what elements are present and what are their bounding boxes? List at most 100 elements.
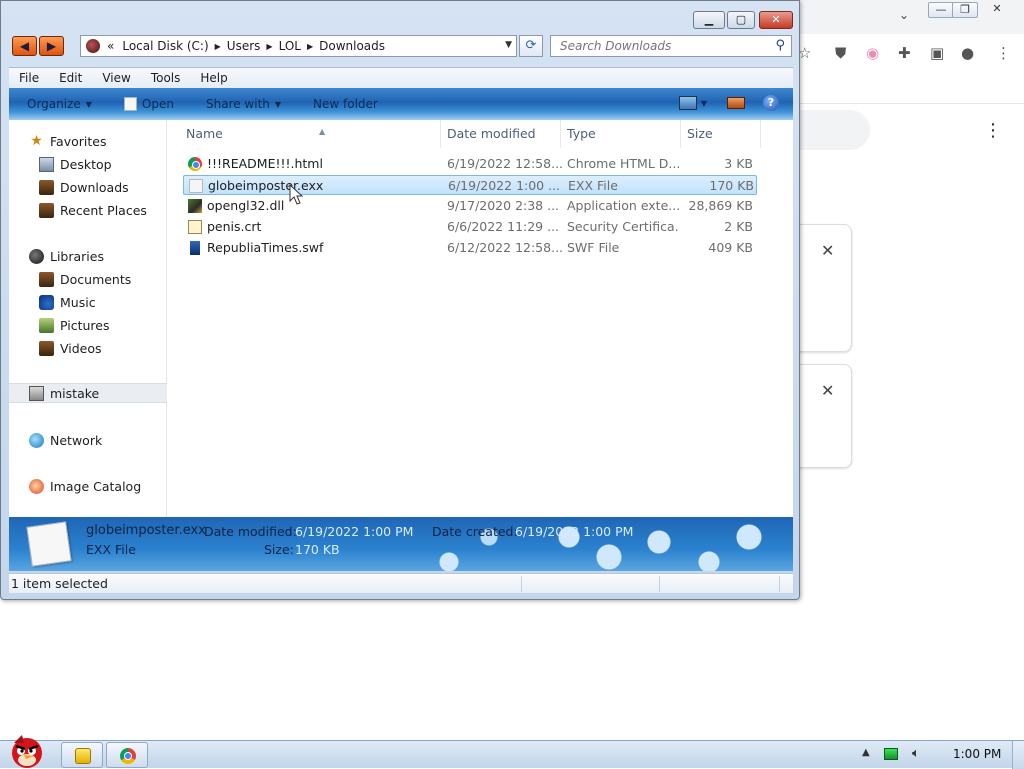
extension-flag-icon[interactable]: ◉ — [866, 44, 879, 62]
address-bar[interactable]: « Local Disk (C:) ▶ Users ▶ LOL ▶ Downlo… — [80, 35, 517, 57]
search-input[interactable] — [551, 36, 761, 56]
sidebar-item-label: Downloads — [60, 179, 129, 195]
file-name: opengl32.dll — [207, 198, 285, 213]
taskbar-explorer-button[interactable] — [61, 742, 103, 768]
address-segment-downloads[interactable]: Downloads — [315, 39, 389, 53]
status-text: 1 item selected — [11, 576, 108, 591]
organize-button[interactable]: Organize ▼ — [27, 97, 106, 111]
search-box[interactable]: ⚲ — [550, 35, 792, 57]
help-icon[interactable]: ? — [763, 95, 779, 111]
sidebar-item-documents[interactable]: Documents — [9, 269, 167, 289]
network-icon — [29, 432, 44, 448]
browser-close-button[interactable]: ✕ — [984, 2, 1010, 18]
search-icon[interactable]: ⚲ — [775, 38, 785, 53]
file-date-modified: 9/17/2020 2:38 ... — [447, 198, 560, 213]
card-close-icon[interactable]: ✕ — [821, 381, 834, 400]
sidebar-item-desktop[interactable]: Desktop — [9, 154, 167, 174]
back-button[interactable]: ◀ — [12, 36, 37, 56]
new-folder-label: New folder — [313, 97, 378, 111]
menu-edit[interactable]: Edit — [49, 71, 92, 85]
address-separator-icon[interactable]: ▶ — [213, 42, 223, 51]
homegroup-icon — [29, 385, 44, 401]
close-button[interactable]: ✕ — [759, 11, 793, 29]
start-button-angry-bird-icon[interactable] — [4, 729, 50, 769]
share-with-button[interactable]: Share with ▼ — [206, 97, 295, 111]
menu-tools[interactable]: Tools — [141, 71, 191, 85]
sidebar-item-libraries[interactable]: Libraries — [9, 246, 167, 266]
address-dropdown-icon[interactable]: ▼ — [505, 40, 512, 50]
documents-icon — [39, 271, 54, 287]
details-size-label: Size: — [264, 542, 294, 557]
sidebar-item-favorites[interactable]: ★ Favorites — [9, 131, 167, 151]
side-panel-icon[interactable]: ▣ — [930, 44, 944, 62]
file-date-modified: 6/19/2022 12:58... — [447, 156, 562, 171]
ublock-shield-icon[interactable]: ⛊ — [835, 44, 846, 62]
column-header-type[interactable]: Type — [561, 120, 681, 148]
extensions-puzzle-icon[interactable]: ✚ — [898, 44, 911, 62]
address-separator-icon[interactable]: ▶ — [305, 42, 315, 51]
sidebar-item-label: Music — [60, 294, 96, 310]
sidebar-item-mistake[interactable]: mistake — [9, 383, 167, 403]
minimize-button[interactable]: ▁ — [693, 11, 725, 29]
sidebar-item-image-catalog[interactable]: Image Catalog — [9, 476, 167, 496]
browser-restore-button[interactable]: ❐ — [952, 2, 978, 18]
file-row[interactable]: opengl32.dll 9/17/2020 2:38 ... Applicat… — [183, 196, 757, 216]
open-button[interactable]: Open — [123, 97, 188, 111]
column-header-date-modified[interactable]: Date modified — [441, 120, 561, 148]
column-header-label: Date modified — [447, 126, 536, 141]
preview-pane-icon[interactable] — [727, 97, 745, 109]
mouse-cursor-icon — [289, 184, 303, 205]
file-row[interactable]: penis.crt 6/6/2022 11:29 ... Security Ce… — [183, 217, 757, 237]
command-bar: Organize ▼ Open Share with ▼ New folder … — [9, 88, 793, 120]
file-type: SWF File — [567, 240, 620, 255]
browser-menu-icon[interactable]: ⋮ — [996, 44, 1011, 62]
taskbar-chrome-button[interactable] — [106, 742, 148, 768]
file-name: !!!README!!!.html — [207, 156, 323, 171]
refresh-button[interactable]: ⟳ — [519, 35, 543, 57]
page-menu-dots-icon[interactable]: ⋮ — [984, 122, 1002, 140]
column-header-name[interactable]: Name ▲ — [180, 120, 441, 148]
menu-view[interactable]: View — [92, 71, 140, 85]
file-list: Name ▲ Date modified Type Size !!!README… — [167, 120, 793, 517]
new-folder-button[interactable]: New folder — [313, 97, 392, 111]
address-segment-lol[interactable]: LOL — [275, 39, 305, 53]
address-separator-icon[interactable]: ▶ — [264, 42, 274, 51]
sidebar-item-pictures[interactable]: Pictures — [9, 315, 167, 335]
file-row[interactable]: !!!README!!!.html 6/19/2022 12:58... Chr… — [183, 154, 757, 174]
forward-button[interactable]: ▶ — [39, 36, 64, 56]
network-status-icon[interactable] — [884, 748, 898, 760]
address-segment-local-disk[interactable]: Local Disk (C:) — [118, 39, 212, 53]
music-icon — [39, 294, 54, 310]
sidebar-item-music[interactable]: Music — [9, 292, 167, 312]
sidebar-item-videos[interactable]: Videos — [9, 338, 167, 358]
show-desktop-button[interactable] — [1012, 741, 1024, 769]
browser-minimize-button[interactable]: — — [928, 2, 954, 18]
card-close-icon[interactable]: ✕ — [821, 241, 834, 260]
sidebar-item-network[interactable]: Network — [9, 430, 167, 450]
show-hidden-icons-icon[interactable]: ▲ — [862, 747, 870, 758]
menu-help[interactable]: Help — [190, 71, 237, 85]
volume-icon[interactable]: 🔈︎ — [912, 746, 920, 761]
libraries-icon — [29, 248, 44, 264]
bookmark-star-icon[interactable]: ☆ — [798, 44, 811, 62]
menu-file[interactable]: File — [9, 71, 49, 85]
blank-file-icon — [189, 179, 203, 193]
file-type: EXX File — [568, 178, 618, 193]
browser-page-search-field[interactable] — [800, 110, 870, 150]
file-row[interactable]: RepubliaTimes.swf 6/12/2022 12:58... SWF… — [183, 238, 757, 258]
change-view-icon[interactable] — [678, 96, 697, 110]
file-row-selected[interactable]: globeimposter.exx 6/19/2022 1:00 ... EXX… — [183, 175, 757, 195]
status-divider — [659, 576, 660, 592]
system-tray: ▲ 🔈︎ 1:00 PM — [854, 741, 1024, 769]
tab-search-chevron-icon[interactable]: ⌄ — [899, 8, 909, 22]
sidebar-item-downloads[interactable]: Downloads — [9, 177, 167, 197]
profile-avatar-icon[interactable]: ● — [961, 44, 974, 62]
sidebar-item-recent-places[interactable]: Recent Places — [9, 200, 167, 220]
address-segment-users[interactable]: Users — [223, 39, 265, 53]
column-header-size[interactable]: Size — [681, 120, 761, 148]
maximize-button[interactable]: ▢ — [727, 11, 755, 29]
clock[interactable]: 1:00 PM — [953, 747, 1001, 761]
address-overflow[interactable]: « — [103, 39, 118, 53]
view-options-chevron-icon[interactable]: ▼ — [701, 99, 707, 108]
file-name: globeimposter.exx — [208, 178, 324, 193]
